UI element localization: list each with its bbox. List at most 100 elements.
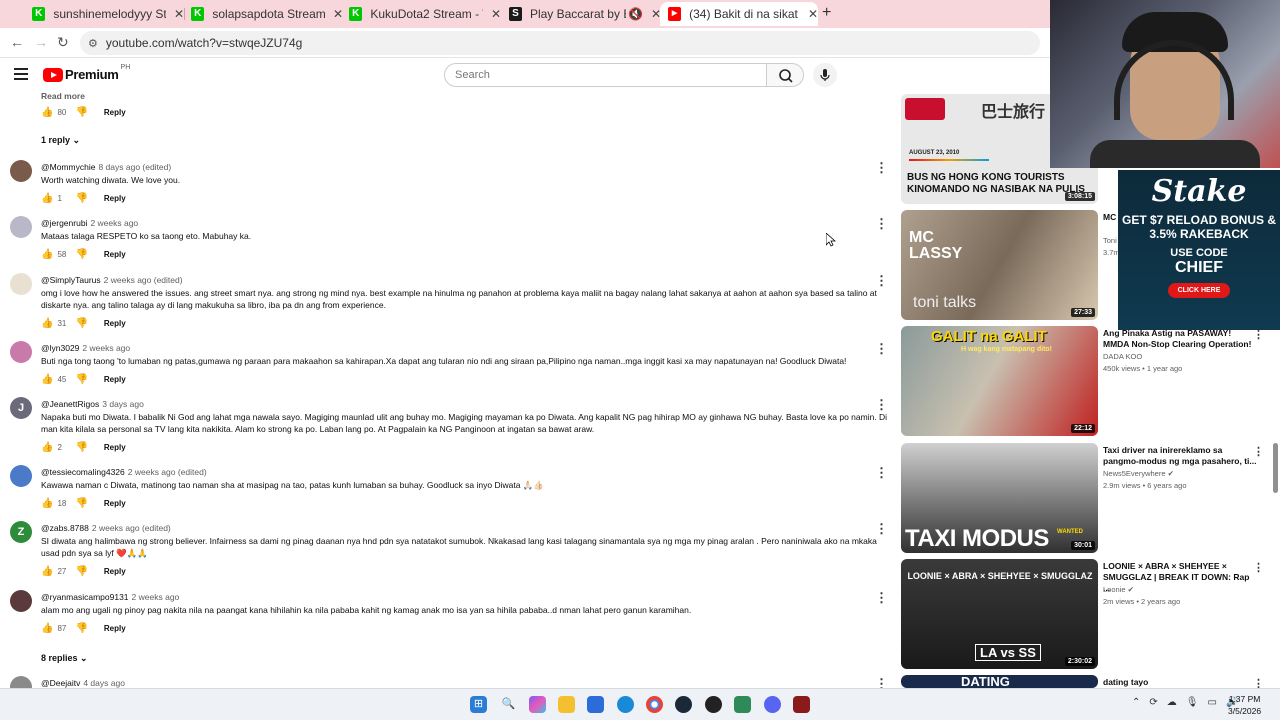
channel-name[interactable]: DADA KOO <box>1103 352 1142 361</box>
obs-icon[interactable] <box>705 696 722 713</box>
comment-time[interactable]: 2 weeks ago (edited) <box>92 523 171 533</box>
comment-time[interactable]: 2 weeks ago <box>90 218 138 228</box>
steam-icon[interactable] <box>675 696 692 713</box>
like-icon[interactable]: 👍 <box>41 623 53 634</box>
avatar[interactable] <box>10 676 32 688</box>
comment-author[interactable]: @Mommychie <box>41 162 95 172</box>
view-replies-button[interactable]: 1 reply ⌄ <box>41 135 80 146</box>
reply-button[interactable]: Reply <box>104 624 126 633</box>
like-icon[interactable]: 👍 <box>41 374 53 385</box>
more-options-icon[interactable]: ⋮ <box>1253 445 1264 458</box>
more-options-icon[interactable]: ⋮ <box>875 273 888 289</box>
comment-author[interactable]: @SimplyTaurus <box>41 275 101 285</box>
more-options-icon[interactable]: ⋮ <box>875 397 888 413</box>
like-icon[interactable]: 👍 <box>41 249 53 260</box>
display-icon[interactable]: ▭ <box>1207 697 1216 708</box>
browser-tab-4[interactable]: S Play Baccarat by Evolution 🔇 ✕ <box>501 2 661 26</box>
comment-time[interactable]: 2 weeks ago <box>132 592 180 602</box>
comment-author[interactable]: @tessiecomaling4326 <box>41 467 125 477</box>
new-tab-icon[interactable]: + <box>822 4 831 22</box>
video-thumbnail[interactable]: LOONIE × ABRA × SHEHYEE × SMUGGLAZ LA vs… <box>901 559 1098 669</box>
dislike-icon[interactable]: 👎 <box>75 193 87 204</box>
video-thumbnail[interactable]: DATING <box>901 675 1098 688</box>
comment-time[interactable]: 2 weeks ago (edited) <box>128 467 207 477</box>
avatar[interactable] <box>10 273 32 295</box>
browser-tab-3[interactable]: K KukuDota2 Stream - Watch Live ✕ <box>341 2 501 26</box>
dislike-icon[interactable]: 👎 <box>75 107 87 118</box>
avatar[interactable]: Z <box>10 521 32 543</box>
spreadsheet-icon[interactable] <box>734 696 751 713</box>
comment-author[interactable]: @zabs.8788 <box>41 523 89 533</box>
recommended-video[interactable]: TAXI MODUS WANTED 30:01 Taxi driver na i… <box>901 443 1280 555</box>
more-options-icon[interactable]: ⋮ <box>875 216 888 232</box>
avatar[interactable] <box>10 160 32 182</box>
discord-icon[interactable] <box>764 696 781 713</box>
view-replies-button[interactable]: 8 replies ⌄ <box>41 653 88 664</box>
more-options-icon[interactable]: ⋮ <box>875 521 888 537</box>
reply-button[interactable]: Reply <box>104 108 126 117</box>
scrollbar-track[interactable] <box>1272 330 1278 685</box>
browser-tab-1[interactable]: K sunshinemelodyyy Stream - Wa ✕ <box>24 2 184 26</box>
comment-author[interactable]: @jergenrubi <box>41 218 87 228</box>
dislike-icon[interactable]: 👎 <box>75 442 87 453</box>
channel-name[interactable]: Loonie ✔ <box>1103 585 1134 594</box>
back-arrow-icon[interactable]: ← <box>10 34 24 50</box>
cloud-icon[interactable]: ☁ <box>1167 697 1177 708</box>
reply-button[interactable]: Reply <box>104 250 126 259</box>
video-thumbnail[interactable]: GALIT na GALIT H wag kang matapang dito!… <box>901 326 1098 436</box>
taskbar-clock[interactable]: 1:37 PM 3/5/2026 <box>1228 693 1261 717</box>
comment-author[interactable]: @JeanettRigos <box>41 399 99 409</box>
refresh-icon[interactable]: ⟳ <box>1149 697 1157 708</box>
reply-button[interactable]: Reply <box>104 194 126 203</box>
like-icon[interactable]: 👍 <box>41 107 53 118</box>
reply-button[interactable]: Reply <box>104 443 126 452</box>
like-icon[interactable]: 👍 <box>41 442 53 453</box>
more-options-icon[interactable]: ⋮ <box>875 676 888 688</box>
video-title[interactable]: Ang Pinaka Astig na PASAWAY! MMDA Non-St… <box>1103 328 1258 350</box>
comment-author[interactable]: @lyn3029 <box>41 343 79 353</box>
comment-time[interactable]: 3 days ago <box>102 399 144 409</box>
microphone-icon[interactable]: 🎙 <box>1186 697 1199 708</box>
reply-button[interactable]: Reply <box>104 319 126 328</box>
comment-author[interactable]: @ryanmasicampo9131 <box>41 592 129 602</box>
comment-time[interactable]: 2 weeks ago <box>82 343 130 353</box>
search-button[interactable] <box>766 63 804 87</box>
comment-time[interactable]: 2 weeks ago (edited) <box>104 275 183 285</box>
ad-cta-button[interactable]: CLICK HERE <box>1167 283 1231 298</box>
comment-author[interactable]: @Deejaitv <box>41 678 80 688</box>
edge-icon[interactable] <box>617 696 634 713</box>
voice-search-button[interactable] <box>813 63 837 87</box>
scrollbar-thumb[interactable] <box>1273 443 1278 493</box>
forward-arrow-icon[interactable]: → <box>34 34 48 50</box>
channel-name[interactable]: Toni <box>1103 236 1117 245</box>
more-options-icon[interactable]: ⋮ <box>1253 561 1264 574</box>
video-thumbnail[interactable]: MC LASSY toni talks 27:33 <box>901 210 1098 320</box>
dislike-icon[interactable]: 👎 <box>75 318 87 329</box>
avatar[interactable] <box>10 216 32 238</box>
video-title[interactable]: dating tayo <box>1103 677 1258 688</box>
more-options-icon[interactable]: ⋮ <box>875 341 888 357</box>
browser-tab-5-active[interactable]: ▶ (34) Bakit di na sikat si Diwata ✕ <box>660 2 818 26</box>
close-tab-icon[interactable]: ✕ <box>491 7 501 21</box>
more-options-icon[interactable]: ⋮ <box>875 465 888 481</box>
more-options-icon[interactable]: ⋮ <box>1253 677 1264 688</box>
reply-button[interactable]: Reply <box>104 499 126 508</box>
avatar[interactable] <box>10 590 32 612</box>
chrome-icon[interactable] <box>646 696 663 713</box>
youtube-premium-logo[interactable]: Premium PH <box>43 64 130 82</box>
reply-button[interactable]: Reply <box>104 375 126 384</box>
stake-ad-banner[interactable]: Stake GET $7 RELOAD BONUS & 3.5% RAKEBAC… <box>1118 170 1280 330</box>
avatar[interactable] <box>10 341 32 363</box>
like-icon[interactable]: 👍 <box>41 498 53 509</box>
site-info-icon[interactable]: ⚙ <box>88 37 98 50</box>
recommended-video[interactable]: DATING dating tayo ⋮ <box>901 675 1280 688</box>
close-tab-icon[interactable]: ✕ <box>808 7 818 21</box>
url-field[interactable]: ⚙ youtube.com/watch?v=stwqeJZU74g <box>80 31 1040 55</box>
more-options-icon[interactable]: ⋮ <box>875 590 888 606</box>
avatar[interactable]: J <box>10 397 32 419</box>
dislike-icon[interactable]: 👎 <box>75 623 87 634</box>
comment-time[interactable]: 8 days ago (edited) <box>98 162 171 172</box>
more-options-icon[interactable]: ⋮ <box>875 160 888 176</box>
menu-icon[interactable] <box>14 68 28 80</box>
chevron-up-icon[interactable]: ⌃ <box>1132 697 1140 708</box>
